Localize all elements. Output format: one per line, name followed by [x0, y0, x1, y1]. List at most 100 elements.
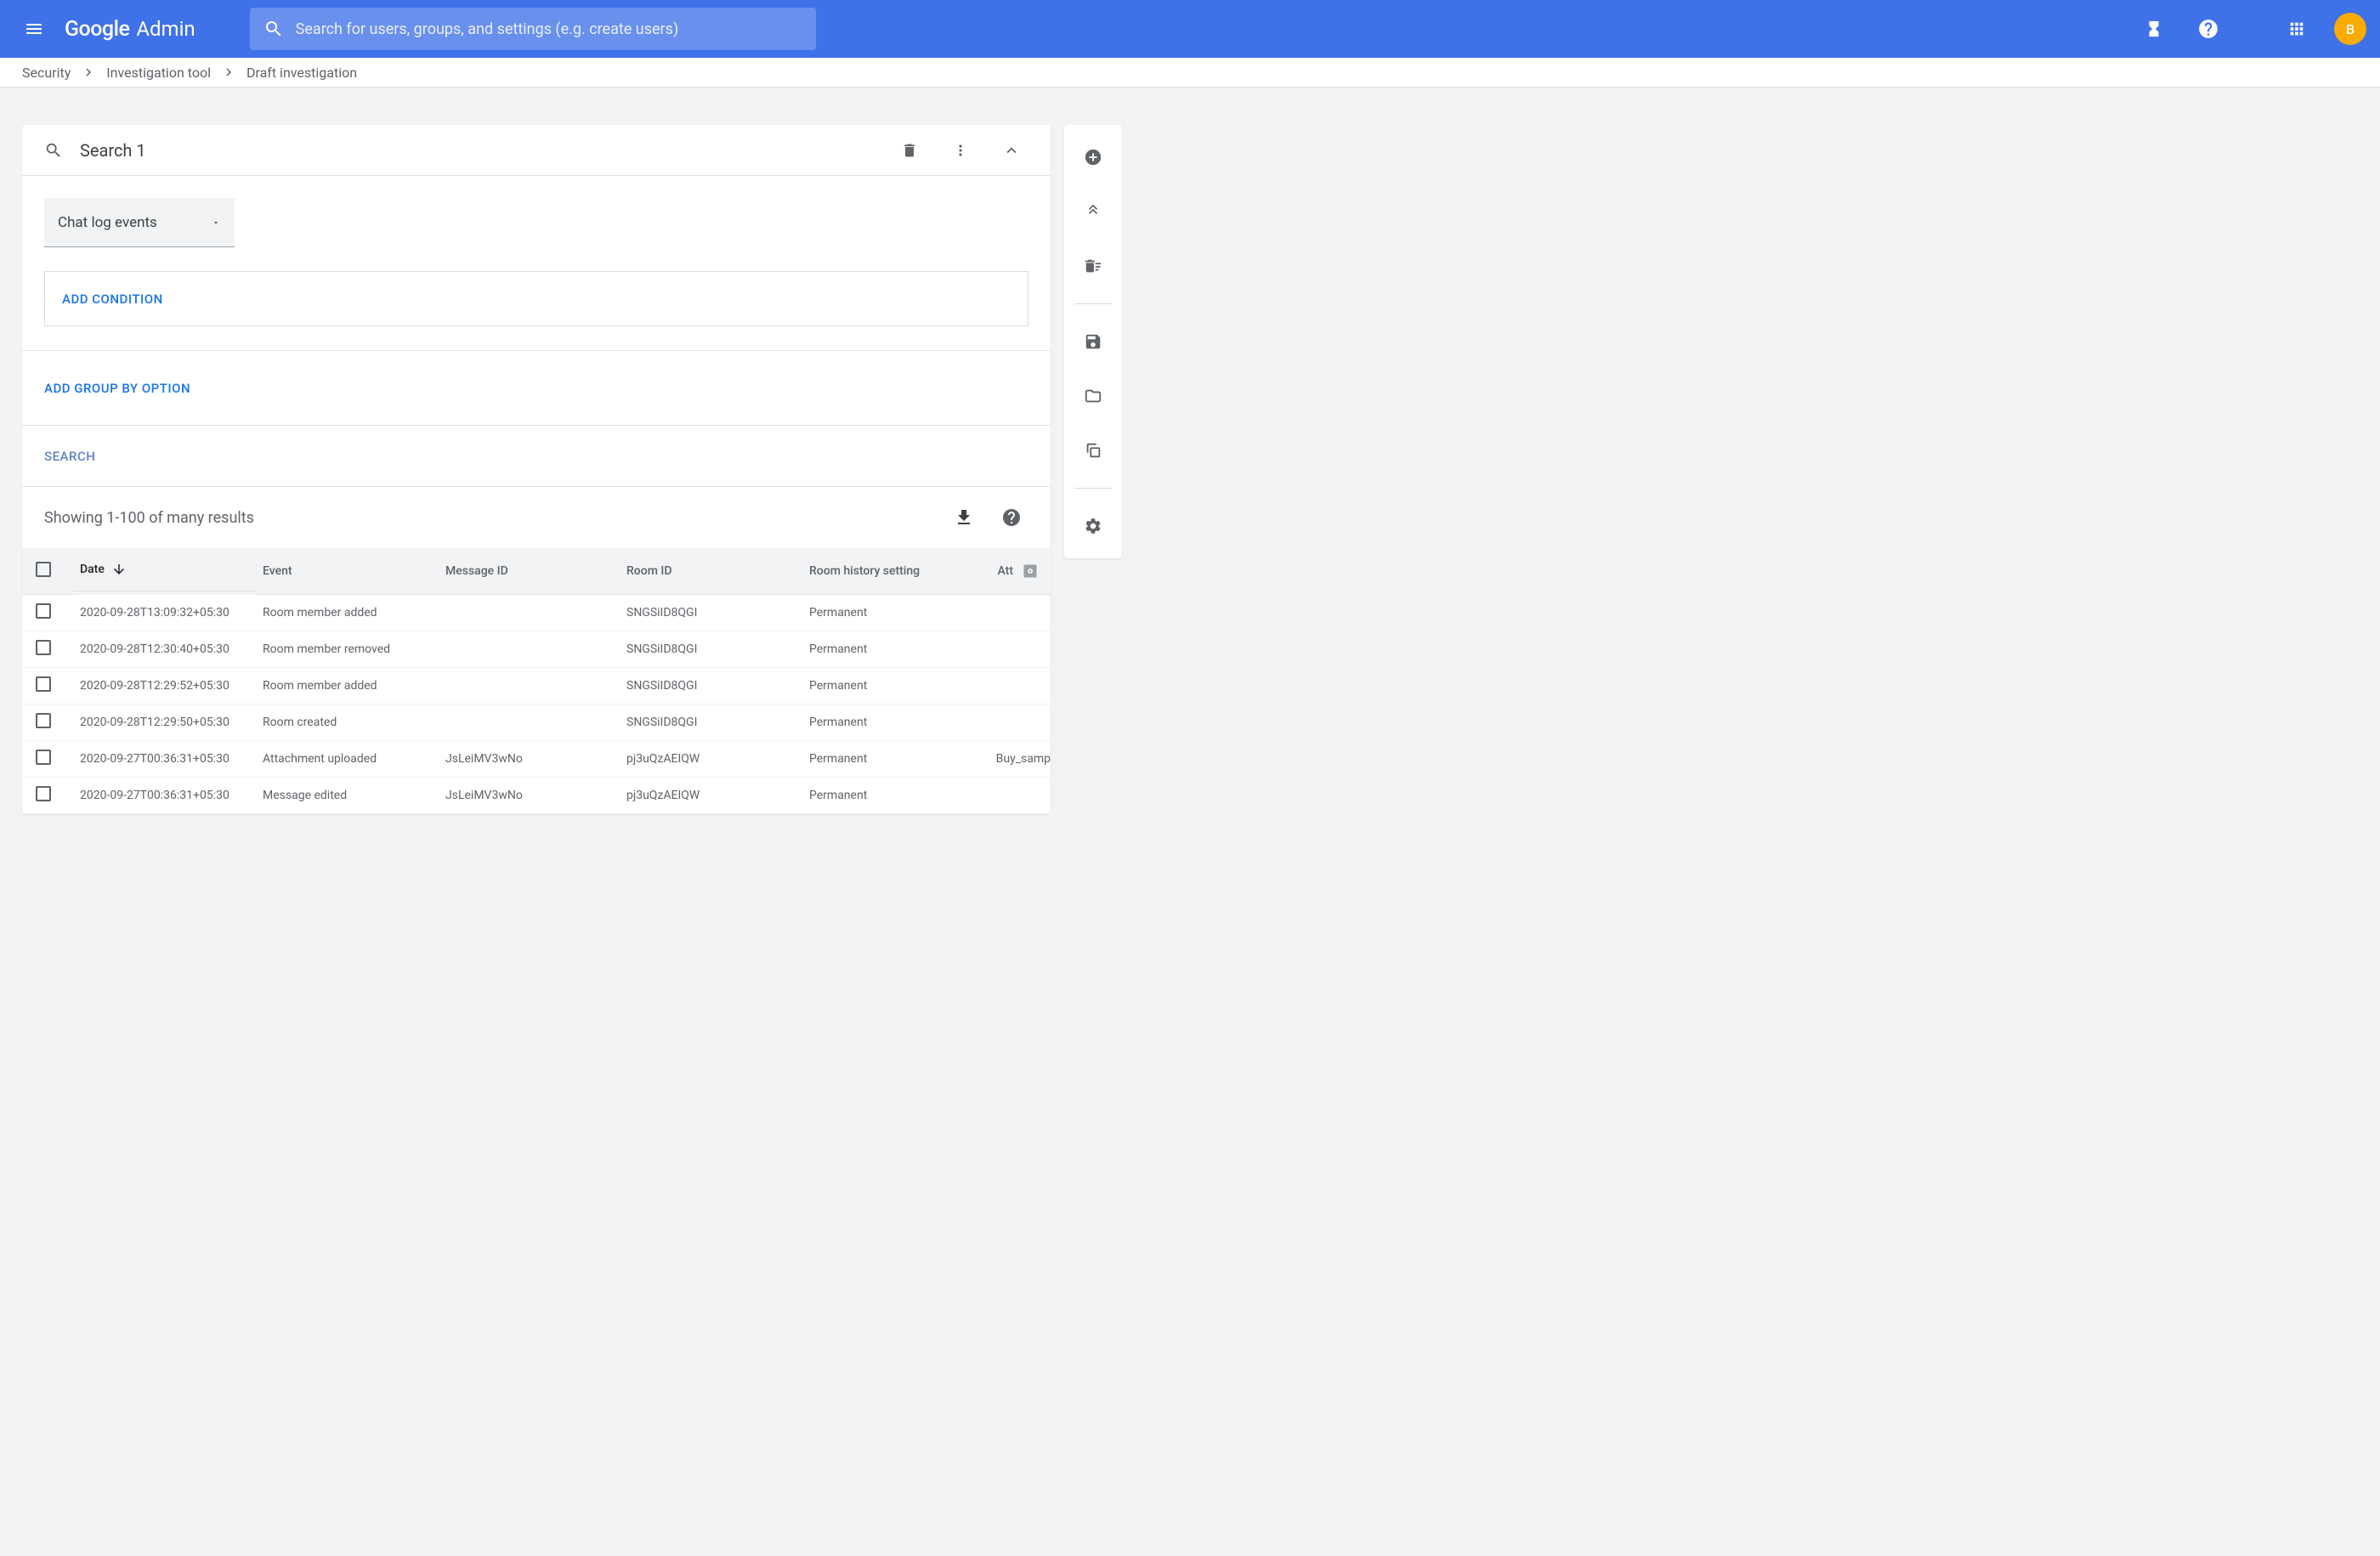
cell-history: Permanent — [802, 631, 985, 668]
header-actions: B — [2137, 12, 2366, 46]
cell-message-id — [439, 631, 620, 668]
results-table: Date Event Message ID Room ID Room histo… — [22, 548, 1051, 814]
row-checkbox[interactable] — [36, 676, 51, 692]
delete-icon[interactable] — [892, 133, 926, 167]
data-source-value: Chat log events — [58, 214, 157, 231]
cell-room-id: SNGSiID8QGI — [620, 631, 802, 668]
col-room-history[interactable]: Room history setting — [802, 548, 985, 595]
results-help-icon[interactable] — [994, 501, 1028, 535]
hamburger-menu-icon[interactable] — [14, 8, 54, 49]
search-icon — [44, 141, 63, 160]
breadcrumb-investigation-tool[interactable]: Investigation tool — [106, 65, 211, 81]
cell-history: Permanent — [802, 595, 985, 631]
row-checkbox[interactable] — [36, 750, 51, 765]
table-row[interactable]: 2020-09-27T00:36:31+05:30 Attachment upl… — [22, 741, 1051, 778]
search-card: Search 1 Chat log events ADD CONDITION A… — [22, 125, 1051, 814]
card-header: Search 1 — [22, 125, 1051, 176]
results-summary: Showing 1-100 of many results — [44, 509, 933, 527]
select-all-checkbox[interactable] — [36, 562, 51, 577]
global-search[interactable] — [250, 8, 816, 50]
card-title: Search 1 — [80, 140, 876, 161]
table-row[interactable]: 2020-09-27T00:36:31+05:30 Message edited… — [22, 778, 1051, 814]
col-event[interactable]: Event — [256, 548, 439, 595]
search-input[interactable] — [296, 20, 802, 38]
chevron-right-icon — [221, 65, 236, 80]
cell-message-id — [439, 668, 620, 704]
settings-icon[interactable] — [1076, 509, 1110, 543]
save-icon[interactable] — [1076, 325, 1110, 359]
table-row[interactable]: 2020-09-28T12:29:50+05:30 Room created S… — [22, 704, 1051, 741]
breadcrumb: Security Investigation tool Draft invest… — [0, 58, 2380, 88]
action-sidebar — [1064, 125, 1122, 558]
column-settings-icon[interactable] — [1022, 563, 1039, 580]
group-by-section: ADD GROUP BY OPTION — [22, 350, 1051, 425]
add-group-by-button[interactable]: ADD GROUP BY OPTION — [44, 381, 190, 396]
help-icon[interactable] — [2191, 12, 2225, 46]
data-source-select[interactable]: Chat log events — [44, 198, 235, 247]
cell-attachment — [985, 595, 1051, 631]
cell-attachment: Buy_samp — [985, 741, 1051, 778]
cell-history: Permanent — [802, 741, 985, 778]
app-header: Google Admin B — [0, 0, 2380, 58]
cell-room-id: SNGSiID8QGI — [620, 595, 802, 631]
add-icon[interactable] — [1076, 140, 1110, 174]
cell-event: Room member added — [256, 595, 439, 631]
cell-event: Attachment uploaded — [256, 741, 439, 778]
cell-attachment — [985, 631, 1051, 668]
col-room-id[interactable]: Room ID — [620, 548, 802, 595]
cell-message-id: JsLeiMV3wNo — [439, 778, 620, 814]
logo-google: Google — [65, 17, 129, 42]
cell-room-id: SNGSiID8QGI — [620, 704, 802, 741]
cell-attachment — [985, 704, 1051, 741]
open-folder-icon[interactable] — [1076, 379, 1110, 413]
download-icon[interactable] — [947, 501, 981, 535]
collapse-all-icon[interactable] — [1076, 195, 1110, 229]
cell-message-id — [439, 704, 620, 741]
row-checkbox[interactable] — [36, 640, 51, 655]
cell-date: 2020-09-28T12:30:40+05:30 — [73, 631, 256, 668]
cell-event: Room member added — [256, 668, 439, 704]
search-section: SEARCH — [22, 425, 1051, 486]
copy-icon[interactable] — [1076, 433, 1110, 467]
cell-attachment — [985, 668, 1051, 704]
avatar-letter: B — [2346, 21, 2354, 37]
sort-desc-icon — [111, 562, 127, 577]
cell-history: Permanent — [802, 778, 985, 814]
cell-event: Room created — [256, 704, 439, 741]
table-row[interactable]: 2020-09-28T12:30:40+05:30 Room member re… — [22, 631, 1051, 668]
col-message-id[interactable]: Message ID — [439, 548, 620, 595]
cell-event: Message edited — [256, 778, 439, 814]
search-icon — [264, 19, 284, 39]
data-source-section: Chat log events — [22, 176, 1051, 247]
logo[interactable]: Google Admin — [65, 17, 196, 42]
row-checkbox[interactable] — [36, 786, 51, 801]
row-checkbox[interactable] — [36, 603, 51, 619]
hourglass-icon[interactable] — [2137, 12, 2171, 46]
add-condition-button[interactable]: ADD CONDITION — [62, 291, 163, 307]
cell-attachment — [985, 778, 1051, 814]
cell-room-id: pj3uQzAEIQW — [620, 778, 802, 814]
row-checkbox[interactable] — [36, 713, 51, 728]
table-row[interactable]: 2020-09-28T12:29:52+05:30 Room member ad… — [22, 668, 1051, 704]
results-header: Showing 1-100 of many results — [22, 486, 1051, 548]
cell-room-id: pj3uQzAEIQW — [620, 741, 802, 778]
table-row[interactable]: 2020-09-28T13:09:32+05:30 Room member ad… — [22, 595, 1051, 631]
collapse-icon[interactable] — [994, 133, 1028, 167]
breadcrumb-draft[interactable]: Draft investigation — [246, 65, 357, 81]
search-button[interactable]: SEARCH — [44, 449, 95, 464]
cell-room-id: SNGSiID8QGI — [620, 668, 802, 704]
more-options-icon[interactable] — [944, 133, 978, 167]
cell-date: 2020-09-27T00:36:31+05:30 — [73, 741, 256, 778]
dropdown-arrow-icon — [211, 218, 221, 228]
cell-date: 2020-09-28T12:29:50+05:30 — [73, 704, 256, 741]
col-date[interactable]: Date — [73, 548, 256, 591]
clear-all-icon[interactable] — [1076, 249, 1110, 283]
col-attachment[interactable]: Att — [985, 548, 1051, 595]
apps-icon[interactable] — [2280, 12, 2314, 46]
condition-box: ADD CONDITION — [44, 271, 1028, 326]
cell-date: 2020-09-27T00:36:31+05:30 — [73, 778, 256, 814]
cell-date: 2020-09-28T13:09:32+05:30 — [73, 595, 256, 631]
avatar[interactable]: B — [2334, 13, 2366, 45]
breadcrumb-security[interactable]: Security — [22, 65, 71, 81]
cell-history: Permanent — [802, 704, 985, 741]
